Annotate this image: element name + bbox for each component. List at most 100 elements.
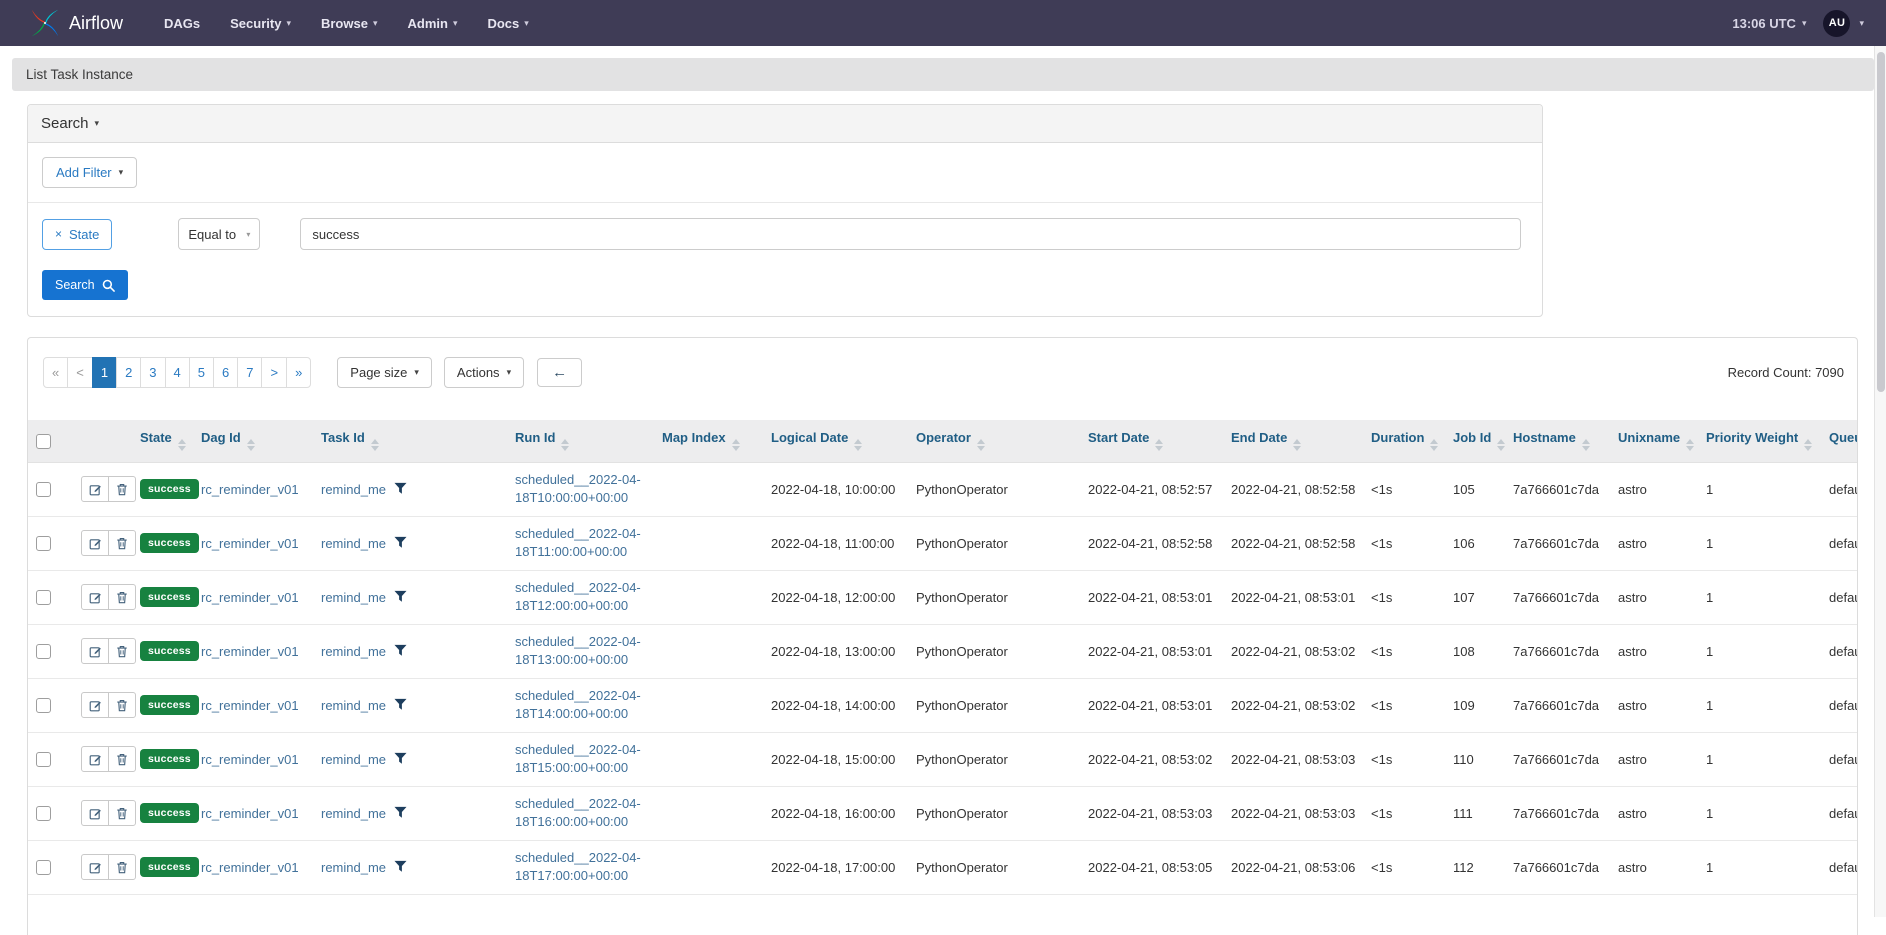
row-checkbox[interactable] (36, 806, 51, 821)
column-sort-link[interactable]: Unixname (1618, 430, 1680, 445)
clock-dropdown[interactable]: 13:06 UTC ▾ (1732, 16, 1806, 31)
sort-icon[interactable] (1686, 439, 1694, 451)
filter-icon[interactable] (394, 806, 407, 819)
filter-icon[interactable] (394, 644, 407, 657)
sort-icon[interactable] (854, 439, 862, 451)
sort-icon[interactable] (977, 439, 985, 451)
row-checkbox[interactable] (36, 482, 51, 497)
page-button-first-page[interactable]: « (43, 357, 68, 388)
column-sort-link[interactable]: Operator (916, 430, 971, 445)
run-id-link[interactable]: scheduled__2022-04-18T15:00:00+00:00 (515, 742, 641, 775)
delete-record-button[interactable] (108, 530, 136, 556)
delete-record-button[interactable] (108, 692, 136, 718)
vertical-scrollbar[interactable] (1874, 46, 1886, 917)
add-filter-button[interactable]: Add Filter ▾ (42, 157, 137, 188)
column-sort-link[interactable]: Hostname (1513, 430, 1576, 445)
task-id-link[interactable]: remind_me (321, 482, 386, 497)
column-sort-link[interactable]: Task Id (321, 430, 365, 445)
actions-button[interactable]: Actions ▾ (444, 357, 524, 388)
sort-icon[interactable] (561, 439, 569, 451)
sort-icon[interactable] (1155, 439, 1163, 451)
condition-select[interactable]: Equal to ▾ (178, 218, 260, 250)
row-checkbox[interactable] (36, 536, 51, 551)
filter-icon[interactable] (394, 698, 407, 711)
dag-id-link[interactable]: rc_reminder_v01 (201, 752, 299, 767)
run-id-link[interactable]: scheduled__2022-04-18T10:00:00+00:00 (515, 472, 641, 505)
task-id-link[interactable]: remind_me (321, 644, 386, 659)
row-checkbox[interactable] (36, 752, 51, 767)
edit-record-button[interactable] (81, 638, 109, 664)
scrollbar-thumb[interactable] (1877, 52, 1885, 392)
page-button-5[interactable]: 5 (189, 357, 214, 388)
edit-record-button[interactable] (81, 584, 109, 610)
state-filter-chip[interactable]: × State (42, 219, 112, 250)
sort-icon[interactable] (732, 439, 740, 451)
page-button-last-page[interactable]: » (286, 357, 311, 388)
delete-record-button[interactable] (108, 476, 136, 502)
column-sort-link[interactable]: Dag Id (201, 430, 241, 445)
filter-icon[interactable] (394, 860, 407, 873)
dag-id-link[interactable]: rc_reminder_v01 (201, 860, 299, 875)
run-id-link[interactable]: scheduled__2022-04-18T17:00:00+00:00 (515, 850, 641, 883)
task-id-link[interactable]: remind_me (321, 752, 386, 767)
sort-icon[interactable] (371, 439, 379, 451)
task-id-link[interactable]: remind_me (321, 860, 386, 875)
remove-filter-icon[interactable]: × (55, 227, 62, 241)
task-id-link[interactable]: remind_me (321, 806, 386, 821)
page-size-button[interactable]: Page size ▾ (337, 357, 432, 388)
column-sort-link[interactable]: Priority Weight (1706, 430, 1798, 445)
filter-icon[interactable] (394, 752, 407, 765)
run-id-link[interactable]: scheduled__2022-04-18T14:00:00+00:00 (515, 688, 641, 721)
row-checkbox[interactable] (36, 698, 51, 713)
dag-id-link[interactable]: rc_reminder_v01 (201, 698, 299, 713)
page-button-3[interactable]: 3 (140, 357, 165, 388)
filter-icon[interactable] (394, 536, 407, 549)
sort-icon[interactable] (1804, 439, 1812, 451)
nav-item-security[interactable]: Security▾ (215, 16, 306, 31)
run-id-link[interactable]: scheduled__2022-04-18T11:00:00+00:00 (515, 526, 641, 559)
delete-record-button[interactable] (108, 854, 136, 880)
nav-item-docs[interactable]: Docs▾ (472, 16, 543, 31)
edit-record-button[interactable] (81, 530, 109, 556)
page-button-prev-page[interactable]: < (67, 357, 93, 388)
sort-icon[interactable] (178, 439, 186, 451)
airflow-brand[interactable]: Airflow (30, 8, 123, 38)
page-button-next-page[interactable]: > (261, 357, 287, 388)
page-button-7[interactable]: 7 (237, 357, 262, 388)
back-button[interactable]: ← (537, 358, 582, 387)
task-id-link[interactable]: remind_me (321, 536, 386, 551)
dag-id-link[interactable]: rc_reminder_v01 (201, 482, 299, 497)
column-sort-link[interactable]: Start Date (1088, 430, 1149, 445)
task-id-link[interactable]: remind_me (321, 698, 386, 713)
edit-record-button[interactable] (81, 692, 109, 718)
filter-icon[interactable] (394, 482, 407, 495)
nav-item-browse[interactable]: Browse▾ (306, 16, 393, 31)
sort-icon[interactable] (1293, 439, 1301, 451)
page-button-6[interactable]: 6 (213, 357, 238, 388)
dag-id-link[interactable]: rc_reminder_v01 (201, 590, 299, 605)
row-checkbox[interactable] (36, 590, 51, 605)
select-all-checkbox[interactable] (36, 434, 51, 449)
delete-record-button[interactable] (108, 746, 136, 772)
page-button-2[interactable]: 2 (116, 357, 141, 388)
sort-icon[interactable] (1582, 439, 1590, 451)
row-checkbox[interactable] (36, 860, 51, 875)
filter-icon[interactable] (394, 590, 407, 603)
sort-icon[interactable] (247, 439, 255, 451)
user-avatar[interactable]: AU (1823, 10, 1850, 37)
dag-id-link[interactable]: rc_reminder_v01 (201, 536, 299, 551)
column-sort-link[interactable]: Queue (1829, 430, 1857, 445)
column-sort-link[interactable]: Logical Date (771, 430, 848, 445)
edit-record-button[interactable] (81, 746, 109, 772)
edit-record-button[interactable] (81, 854, 109, 880)
delete-record-button[interactable] (108, 800, 136, 826)
column-sort-link[interactable]: Duration (1371, 430, 1424, 445)
delete-record-button[interactable] (108, 638, 136, 664)
sort-icon[interactable] (1430, 439, 1438, 451)
page-button-1[interactable]: 1 (92, 357, 117, 388)
page-button-4[interactable]: 4 (165, 357, 190, 388)
column-sort-link[interactable]: Map Index (662, 430, 726, 445)
search-button[interactable]: Search (42, 270, 128, 300)
task-id-link[interactable]: remind_me (321, 590, 386, 605)
row-checkbox[interactable] (36, 644, 51, 659)
